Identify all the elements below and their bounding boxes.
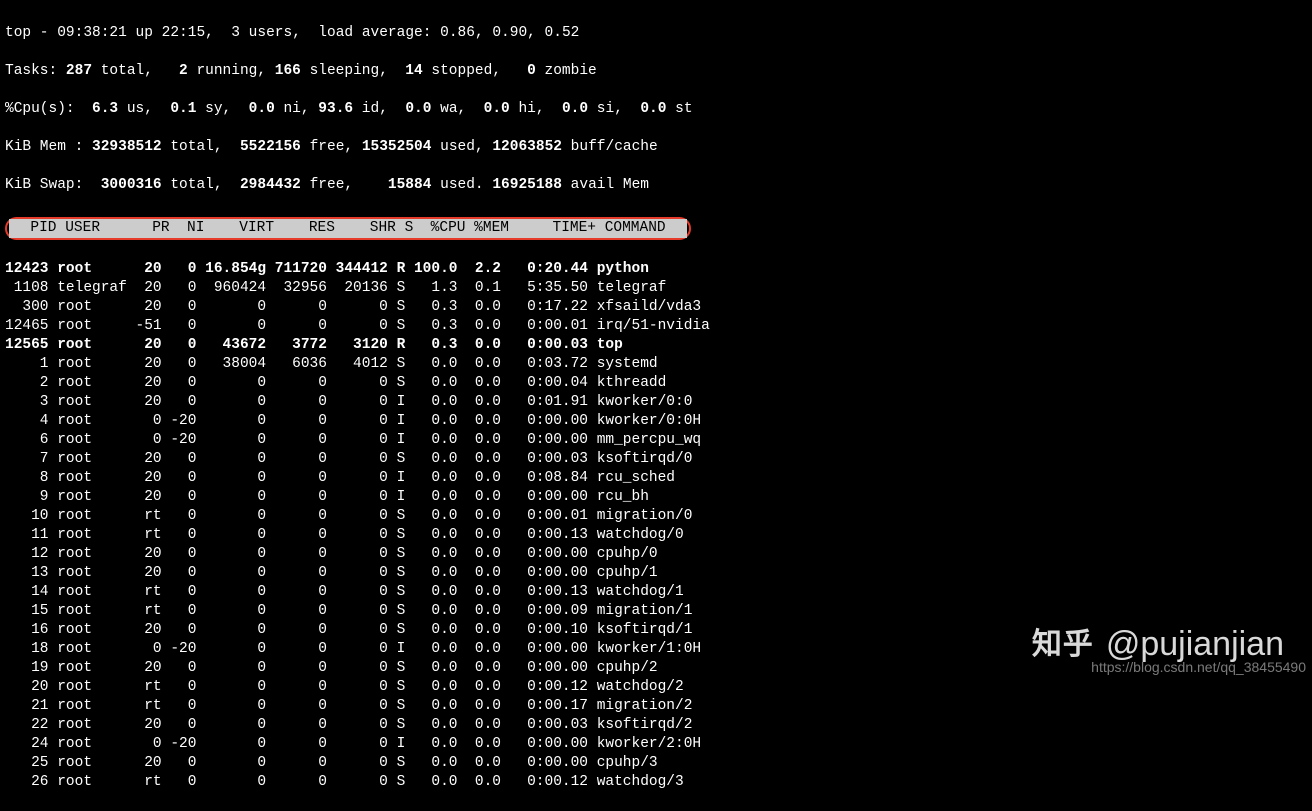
process-row: 2 root 20 0 0 0 0 S 0.0 0.0 0:00.04 kthr… bbox=[5, 374, 1307, 393]
process-row: 12423 root 20 0 16.854g 711720 344412 R … bbox=[5, 260, 1307, 279]
process-row: 8 root 20 0 0 0 0 I 0.0 0.0 0:08.84 rcu_… bbox=[5, 469, 1307, 488]
column-headers: PID USER PR NI VIRT RES SHR S %CPU %MEM … bbox=[9, 219, 687, 238]
process-row: 12565 root 20 0 43672 3772 3120 R 0.3 0.… bbox=[5, 336, 1307, 355]
watermark-handle: @pujianjian bbox=[1106, 635, 1284, 654]
process-row: 24 root 0 -20 0 0 0 I 0.0 0.0 0:00.00 kw… bbox=[5, 735, 1307, 754]
watermark: 知乎 @pujianjian bbox=[1032, 635, 1284, 654]
top-summary-cpu: %Cpu(s): 6.3 us, 0.1 sy, 0.0 ni, 93.6 id… bbox=[5, 100, 1307, 119]
watermark-site-icon: 知乎 bbox=[1032, 635, 1094, 654]
process-row: 13 root 20 0 0 0 0 S 0.0 0.0 0:00.00 cpu… bbox=[5, 564, 1307, 583]
process-row: 12 root 20 0 0 0 0 S 0.0 0.0 0:00.00 cpu… bbox=[5, 545, 1307, 564]
top-summary-tasks: Tasks: 287 total, 2 running, 166 sleepin… bbox=[5, 62, 1307, 81]
process-row: 21 root rt 0 0 0 0 S 0.0 0.0 0:00.17 mig… bbox=[5, 697, 1307, 716]
process-row: 6 root 0 -20 0 0 0 I 0.0 0.0 0:00.00 mm_… bbox=[5, 431, 1307, 450]
process-row: 1 root 20 0 38004 6036 4012 S 0.0 0.0 0:… bbox=[5, 355, 1307, 374]
process-row: 4 root 0 -20 0 0 0 I 0.0 0.0 0:00.00 kwo… bbox=[5, 412, 1307, 431]
top-summary-line1: top - 09:38:21 up 22:15, 3 users, load a… bbox=[5, 24, 1307, 43]
process-row: 300 root 20 0 0 0 0 S 0.3 0.0 0:17.22 xf… bbox=[5, 298, 1307, 317]
process-row: 14 root rt 0 0 0 0 S 0.0 0.0 0:00.13 wat… bbox=[5, 583, 1307, 602]
process-row: 12465 root -51 0 0 0 0 S 0.3 0.0 0:00.01… bbox=[5, 317, 1307, 336]
process-row: 1108 telegraf 20 0 960424 32956 20136 S … bbox=[5, 279, 1307, 298]
top-summary-mem: KiB Mem : 32938512 total, 5522156 free, … bbox=[5, 138, 1307, 157]
process-row: 22 root 20 0 0 0 0 S 0.0 0.0 0:00.03 kso… bbox=[5, 716, 1307, 735]
csdn-watermark: https://blog.csdn.net/qq_38455490 bbox=[1091, 658, 1306, 677]
process-row: 9 root 20 0 0 0 0 I 0.0 0.0 0:00.00 rcu_… bbox=[5, 488, 1307, 507]
process-row: 25 root 20 0 0 0 0 S 0.0 0.0 0:00.00 cpu… bbox=[5, 754, 1307, 773]
process-row: 3 root 20 0 0 0 0 I 0.0 0.0 0:01.91 kwor… bbox=[5, 393, 1307, 412]
process-row: 10 root rt 0 0 0 0 S 0.0 0.0 0:00.01 mig… bbox=[5, 507, 1307, 526]
process-row: 20 root rt 0 0 0 0 S 0.0 0.0 0:00.12 wat… bbox=[5, 678, 1307, 697]
process-row: 11 root rt 0 0 0 0 S 0.0 0.0 0:00.13 wat… bbox=[5, 526, 1307, 545]
column-header-highlight: PID USER PR NI VIRT RES SHR S %CPU %MEM … bbox=[5, 217, 691, 240]
process-row: 15 root rt 0 0 0 0 S 0.0 0.0 0:00.09 mig… bbox=[5, 602, 1307, 621]
process-row: 26 root rt 0 0 0 0 S 0.0 0.0 0:00.12 wat… bbox=[5, 773, 1307, 792]
process-row: 7 root 20 0 0 0 0 S 0.0 0.0 0:00.03 ksof… bbox=[5, 450, 1307, 469]
terminal-output[interactable]: top - 09:38:21 up 22:15, 3 users, load a… bbox=[5, 5, 1307, 811]
process-list: 12423 root 20 0 16.854g 711720 344412 R … bbox=[5, 260, 1307, 792]
top-summary-swap: KiB Swap: 3000316 total, 2984432 free, 1… bbox=[5, 176, 1307, 195]
